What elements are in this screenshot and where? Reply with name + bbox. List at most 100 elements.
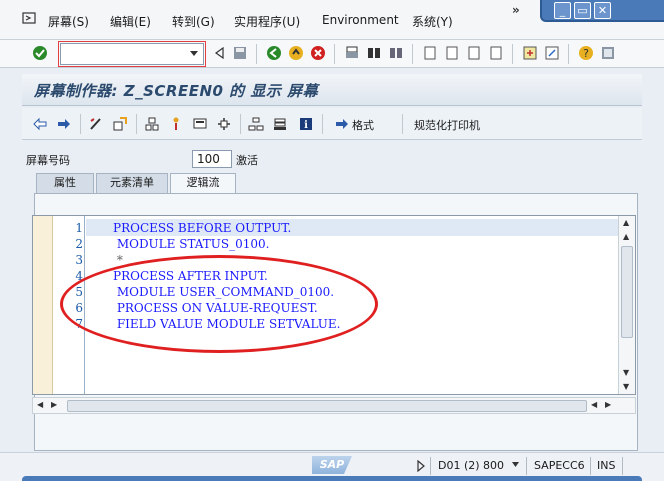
toolbar-separator	[334, 44, 335, 64]
toolbar-separator	[412, 44, 413, 64]
system-info[interactable]: D01 (2) 800	[438, 459, 504, 472]
chevron-down-icon[interactable]	[189, 50, 199, 58]
back-triangle-icon[interactable]	[212, 45, 228, 61]
tab-flow-logic[interactable]: 逻辑流	[170, 173, 236, 194]
save-icon[interactable]	[232, 45, 248, 61]
information-icon[interactable]: i	[298, 116, 314, 132]
line-number: 4	[75, 269, 83, 283]
line-numbers: 1 2 3 4 5 6 7	[53, 216, 85, 394]
menu-icon[interactable]	[22, 12, 36, 24]
menu-screen[interactable]: 屏幕(S)	[48, 13, 89, 30]
svg-text:i: i	[304, 120, 308, 131]
format-button[interactable]: 格式	[352, 117, 374, 133]
title-bar: 屏幕制作器: Z_SCREEN0 的 显示 屏幕	[22, 74, 642, 106]
menu-system[interactable]: 系统(Y)	[412, 13, 453, 30]
application-toolbar: i 格式 规范化打印机	[22, 108, 642, 140]
chevron-down-icon[interactable]	[511, 461, 520, 468]
command-field[interactable]	[60, 43, 204, 65]
toolbar-separator	[240, 114, 241, 134]
line-number: 7	[75, 317, 83, 331]
toolbar-separator	[80, 114, 81, 134]
vertical-scrollbar[interactable]: ▲ ▲ ▼ ▼	[618, 216, 635, 394]
pretty-printer-button[interactable]: 规范化打印机	[414, 117, 480, 133]
help-icon[interactable]: ?	[578, 45, 594, 61]
window-bottom-edge	[22, 476, 642, 481]
line-number: 3	[75, 253, 83, 267]
first-page-icon[interactable]	[422, 45, 438, 61]
code-line[interactable]: *	[113, 252, 123, 268]
next-page-icon[interactable]	[466, 45, 482, 61]
status-separator	[430, 457, 431, 475]
menu-utilities[interactable]: 实用程序(U)	[234, 13, 300, 30]
scroll-right-icon[interactable]: ▶	[605, 400, 611, 409]
menu-more-button[interactable]: »	[512, 3, 520, 17]
tab-element-list[interactable]: 元素清单	[96, 173, 168, 193]
screen-number-field[interactable]: 100	[192, 150, 232, 168]
toolbar-separator	[512, 44, 513, 64]
scroll-down-icon[interactable]: ▼	[623, 382, 629, 391]
scroll-left-icon[interactable]: ◀	[37, 400, 43, 409]
previous-page-icon[interactable]	[444, 45, 460, 61]
code-line[interactable]: FIELD VALUE MODULE SETVALUE.	[113, 316, 341, 332]
standard-toolbar: ?	[0, 40, 664, 68]
line-number: 1	[75, 221, 83, 235]
scroll-page-down-icon[interactable]: ▼	[623, 368, 629, 377]
code-line[interactable]: MODULE USER_COMMAND_0100.	[113, 284, 334, 300]
insert-mode[interactable]: INS	[597, 459, 615, 472]
toolbar-separator	[256, 44, 257, 64]
menu-edit[interactable]: 编辑(E)	[110, 13, 151, 30]
cancel-icon[interactable]	[310, 45, 326, 61]
menu-goto[interactable]: 转到(G)	[172, 13, 215, 30]
page-title: 屏幕制作器: Z_SCREEN0 的 显示 屏幕	[34, 82, 319, 100]
layout-editor-icon[interactable]	[192, 116, 208, 132]
tab-attributes[interactable]: 属性	[36, 173, 94, 193]
print-icon[interactable]	[344, 45, 360, 61]
status-separator	[590, 457, 591, 475]
minimize-button[interactable]: _	[554, 2, 571, 19]
menu-environment[interactable]: Environment	[322, 13, 399, 27]
hierarchy-icon[interactable]	[248, 116, 264, 132]
code-line[interactable]: PROCESS AFTER INPUT.	[113, 268, 268, 284]
toolbar-separator	[568, 44, 569, 64]
activate-icon[interactable]	[112, 116, 128, 132]
code-line[interactable]: PROCESS BEFORE OUTPUT.	[113, 220, 291, 236]
line-number: 6	[75, 301, 83, 315]
sap-logo: SAP	[312, 456, 352, 474]
editor-gutter	[33, 216, 53, 394]
vertical-scroll-thumb[interactable]	[621, 246, 633, 338]
stack-icon[interactable]	[272, 116, 288, 132]
last-page-icon[interactable]	[488, 45, 504, 61]
arrow-right-icon[interactable]	[56, 116, 72, 132]
layout-menu-icon[interactable]	[600, 45, 616, 61]
info-pin-icon[interactable]	[168, 116, 184, 132]
find-next-icon[interactable]	[388, 45, 404, 61]
line-number: 2	[75, 237, 83, 251]
code-line[interactable]: MODULE STATUS_0100.	[113, 236, 270, 252]
exit-icon[interactable]	[288, 45, 304, 61]
navigate-icon[interactable]	[216, 116, 232, 132]
where-used-icon[interactable]	[144, 116, 160, 132]
horizontal-scrollbar[interactable]: ◀ ▶ ◀ ▶	[32, 397, 636, 414]
scroll-page-left-icon[interactable]: ▶	[51, 400, 57, 409]
status-expand-icon[interactable]	[416, 460, 426, 472]
arrow-left-icon[interactable]	[32, 116, 48, 132]
enter-check-icon[interactable]	[32, 45, 48, 61]
format-arrow-icon[interactable]	[334, 116, 350, 132]
scroll-page-up-icon[interactable]: ▲	[623, 232, 629, 241]
scroll-page-right-icon[interactable]: ◀	[591, 400, 597, 409]
shortcut-icon[interactable]	[544, 45, 560, 61]
scroll-up-icon[interactable]: ▲	[623, 218, 629, 227]
code-editor[interactable]: 1 2 3 4 5 6 7 PROCESS BEFORE OUTPUT. MOD…	[32, 215, 636, 395]
horizontal-scroll-thumb[interactable]	[67, 400, 587, 412]
find-icon[interactable]	[366, 45, 382, 61]
display-change-icon[interactable]	[88, 116, 104, 132]
toolbar-separator	[136, 114, 137, 134]
back-icon[interactable]	[266, 45, 282, 61]
line-number: 5	[75, 285, 83, 299]
create-session-icon[interactable]	[522, 45, 538, 61]
close-button[interactable]: ✕	[594, 2, 611, 19]
code-line[interactable]: PROCESS ON VALUE-REQUEST.	[113, 300, 318, 316]
restore-button[interactable]: ▭	[574, 2, 591, 19]
status-separator	[526, 457, 527, 475]
toolbar-separator	[402, 114, 403, 134]
